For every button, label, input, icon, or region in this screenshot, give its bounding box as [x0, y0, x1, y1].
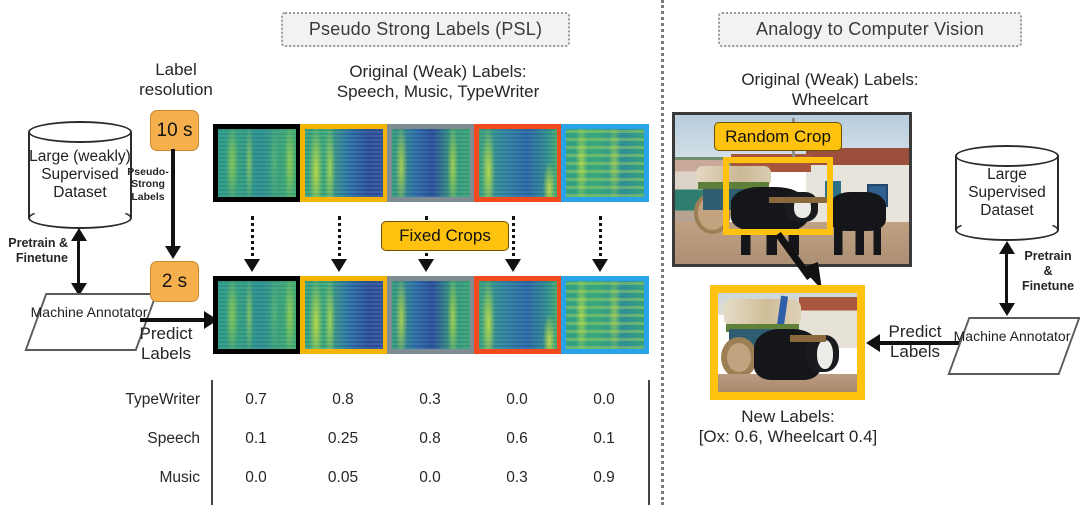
label-resolution-badge-10s: 10 s	[150, 110, 199, 151]
crop-arrow-5-head	[592, 259, 608, 272]
left-section-title-label: Pseudo Strong Labels (PSL)	[308, 19, 543, 39]
spectrogram-row2-tile-4	[474, 276, 562, 354]
right-dataset-cylinder: Large Supervised Dataset	[955, 145, 1059, 241]
table-cell: 0.3	[506, 469, 528, 486]
left-dataset-label: Large (weakly) Supervised Dataset	[29, 148, 131, 201]
table-cell: 0.05	[327, 469, 359, 486]
spectrogram-image	[566, 129, 644, 197]
crop-arrow-2-head	[331, 259, 347, 272]
right-machine-annotator-label: Machine Annotator	[953, 328, 1071, 344]
random-crop-badge: Random Crop	[714, 122, 842, 151]
spectrogram-image	[479, 129, 557, 197]
spectrogram-row2-tile-1	[213, 276, 301, 354]
label-resolution-badge-2s: 2 s	[150, 261, 199, 302]
spectrogram-image	[566, 281, 644, 349]
right-weak-labels-heading: Original (Weak) Labels: Wheelcart	[741, 70, 919, 110]
fixed-crops-badge: Fixed Crops	[381, 221, 509, 251]
spectrogram-image	[305, 281, 383, 349]
table-cell: 0.25	[327, 430, 359, 447]
left-pretrain-label: Pretrain & Finetune	[8, 236, 68, 265]
resolution-arrow-line	[171, 149, 175, 250]
crop-arrow-1-line	[251, 216, 254, 264]
cylinder-top	[955, 145, 1059, 167]
table-cell: 0.6	[506, 430, 528, 447]
right-predict-label: Predict Labels	[888, 322, 942, 362]
resolution-arrow-head	[165, 246, 181, 259]
fixed-crops-label: Fixed Crops	[399, 226, 491, 245]
table-row-label: Speech	[147, 430, 200, 447]
badge-10s-label: 10 s	[156, 119, 193, 141]
crop-arrow-1-head	[244, 259, 260, 272]
table-cell: 0.8	[332, 391, 354, 408]
table-cell: 0.8	[419, 430, 441, 447]
new-labels-caption: New Labels: [Ox: 0.6, Wheelcart 0.4]	[698, 407, 878, 447]
crop-arrow-5-line	[599, 216, 602, 264]
table-right-rule	[648, 380, 650, 505]
table-cell: 0.0	[506, 391, 528, 408]
table-cell: 0.0	[245, 469, 267, 486]
crop-arrow-4-head	[505, 259, 521, 272]
left-predict-arrow-line	[140, 318, 208, 322]
spectrogram-row2-tile-2	[300, 276, 388, 354]
table-cell: 0.1	[593, 430, 615, 447]
table-row-label: TypeWriter	[125, 391, 200, 408]
spectrogram-row1-tile-1	[213, 124, 301, 202]
cylinder-top	[28, 121, 132, 143]
left-dataset-cylinder: Large (weakly) Supervised Dataset	[28, 121, 132, 229]
left-pretrain-arrow-line	[77, 238, 80, 286]
cylinder-bottom	[955, 219, 1059, 241]
spectrogram-row1-tile-2	[300, 124, 388, 202]
table-cell: 0.3	[419, 391, 441, 408]
spectrogram-row2-tile-5	[561, 276, 649, 354]
spectrogram-image	[305, 129, 383, 197]
table-cell: 0.9	[593, 469, 615, 486]
spectrogram-image	[218, 129, 296, 197]
spectrogram-image	[479, 281, 557, 349]
right-pretrain-arrow-head-down	[998, 303, 1015, 316]
random-crop-label: Random Crop	[725, 126, 831, 146]
right-pretrain-label: Pretrain & Finetune	[1021, 249, 1075, 293]
crop-sacks	[723, 298, 802, 327]
table-row-label: Music	[159, 469, 200, 486]
label-resolution-heading: Label resolution	[139, 60, 213, 100]
table-left-rule	[211, 380, 213, 505]
spectrogram-row1-tile-4	[474, 124, 562, 202]
left-section-title: Pseudo Strong Labels (PSL)	[281, 12, 570, 47]
crop-ox-face	[816, 339, 834, 370]
right-dataset-label: Large Supervised Dataset	[968, 166, 1046, 219]
badge-2s-label: 2 s	[161, 270, 188, 292]
table-cell: 0.1	[245, 430, 267, 447]
right-pretrain-arrow-line	[1005, 251, 1008, 306]
crop-cart-wheel	[720, 336, 757, 379]
left-pretrain-arrow-head-up	[70, 228, 87, 241]
right-pretrain-arrow-head-up	[998, 241, 1015, 254]
spectrogram-image	[392, 129, 470, 197]
spectrogram-row1-tile-3	[387, 124, 475, 202]
photo-ox-2-body	[829, 192, 886, 232]
spectrogram-image	[392, 281, 470, 349]
right-section-title-label: Analogy to Computer Vision	[756, 19, 984, 39]
spectrogram-row2-tile-3	[387, 276, 475, 354]
crop-yoke	[790, 334, 827, 342]
table-cell: 0.0	[593, 391, 615, 408]
table-cell: 0.0	[419, 469, 441, 486]
photo-ox-2-legs	[834, 228, 881, 256]
cylinder-bottom	[28, 207, 132, 229]
crop-arrow-3-head	[418, 259, 434, 272]
random-crop-box	[723, 157, 833, 235]
spectrogram-row1-tile-5	[561, 124, 649, 202]
left-weak-labels-heading: Original (Weak) Labels: Speech, Music, T…	[336, 62, 540, 102]
cropped-result-photo	[710, 285, 865, 400]
panel-divider	[661, 0, 664, 505]
left-machine-annotator-label: Machine Annotator	[30, 304, 148, 320]
right-machine-annotator-shape	[947, 317, 1080, 375]
left-predict-label: Predict Labels	[139, 324, 193, 364]
right-section-title: Analogy to Computer Vision	[718, 12, 1022, 47]
spectrogram-image	[218, 281, 296, 349]
crop-arrow-2-line	[338, 216, 341, 264]
table-cell: 0.7	[245, 391, 267, 408]
crop-arrow-4-line	[512, 216, 515, 264]
